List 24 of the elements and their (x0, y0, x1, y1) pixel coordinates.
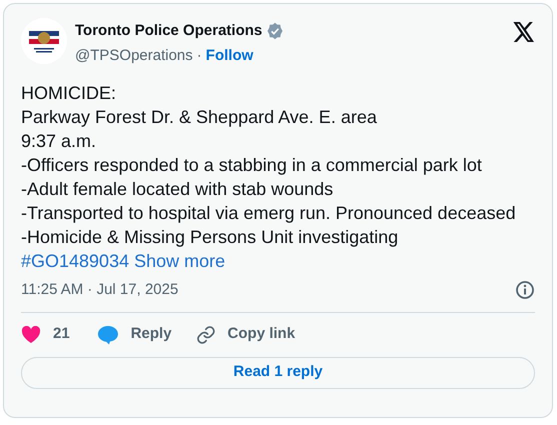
info-icon[interactable] (515, 280, 535, 300)
post-text-line: 9:37 a.m. (21, 130, 98, 153)
avatar-logo-icon[interactable] (21, 18, 67, 64)
author-handle[interactable]: @TPSOperations (75, 44, 193, 67)
like-count[interactable]: 21 (53, 323, 70, 346)
post-text-line: -Homicide & Missing Persons Unit investigating (21, 226, 400, 249)
post-text-line: -Adult female located with stab wounds (21, 178, 334, 201)
post-text-line: Parkway Forest Dr. & Sheppard Ave. E. area (21, 106, 378, 129)
show-more-link[interactable]: Show more (134, 249, 226, 273)
copy-link-button[interactable]: Copy link (228, 323, 296, 346)
x-logo-icon[interactable] (513, 22, 535, 42)
heart-icon[interactable] (21, 326, 41, 344)
hashtag-link[interactable]: #GO1489034 (21, 249, 130, 273)
read-replies-button[interactable]: Read 1 reply (21, 356, 535, 388)
post-text-line: -Officers responded to a stabbing in a commercial park lot (21, 154, 483, 177)
speech-bubble-icon[interactable] (96, 324, 119, 344)
link-icon[interactable] (196, 324, 216, 344)
post-text-line: HOMICIDE: (21, 82, 118, 105)
post-text-line: -Transported to hospital via emerg run. Pronounced deceased (21, 202, 517, 225)
separator-dot: · (196, 46, 202, 66)
follow-link[interactable]: Follow (206, 44, 254, 67)
reply-button[interactable]: Reply (130, 323, 172, 346)
author-name[interactable]: Toronto Police Operations (75, 20, 262, 42)
post-timestamp[interactable]: 11:25 AM · Jul 17, 2025 (21, 279, 178, 302)
